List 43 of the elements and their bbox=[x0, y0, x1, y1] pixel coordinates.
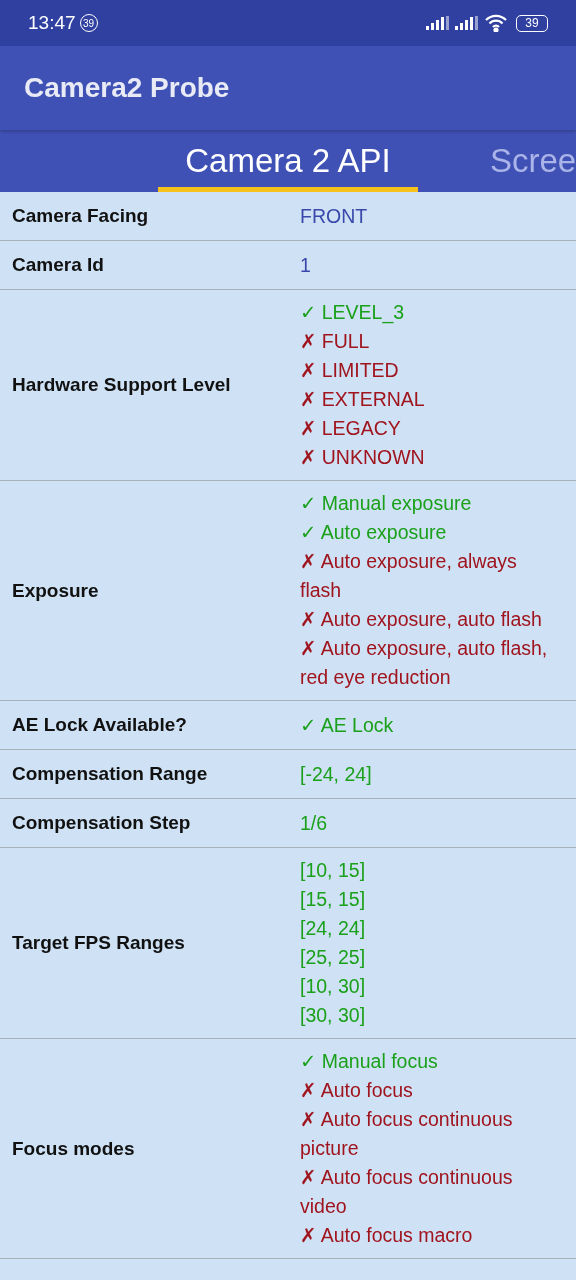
property-value: ✗ Auto exposure, always flash bbox=[300, 549, 518, 603]
property-value: [30, 30] bbox=[300, 1003, 367, 1028]
property-value: [15, 15] bbox=[300, 887, 367, 912]
property-value: ✓ Manual exposure bbox=[300, 491, 473, 516]
property-label: AE Lock Available? bbox=[12, 714, 187, 736]
property-value: ✓ AE Lock bbox=[300, 712, 395, 738]
property-value: ✗ Auto exposure, auto flash, red eye reduction bbox=[300, 636, 549, 690]
clock: 13:47 bbox=[28, 12, 76, 34]
app-title: Camera2 Probe bbox=[24, 72, 230, 104]
property-label: Focus modes bbox=[12, 1137, 135, 1160]
property-value: 1 bbox=[300, 252, 312, 278]
property-value: [10, 30] bbox=[300, 974, 367, 999]
battery-icon: 39 bbox=[516, 14, 548, 32]
property-value: [10, 15] bbox=[300, 858, 367, 883]
property-value: ✓ Auto exposure bbox=[300, 520, 448, 545]
property-value: [24, 24] bbox=[300, 916, 367, 941]
property-value: [25, 25] bbox=[300, 945, 367, 970]
property-label: Camera Id bbox=[12, 254, 104, 276]
property-value: ✗ UNKNOWN bbox=[300, 445, 426, 470]
signal-icon bbox=[426, 16, 449, 30]
property-label: Compensation Step bbox=[12, 812, 191, 834]
property-value: ✗ Auto focus bbox=[300, 1078, 414, 1103]
property-value: ✗ Auto focus macro bbox=[300, 1223, 474, 1248]
property-value: ✗ Auto focus continuous video bbox=[300, 1165, 514, 1219]
signal-icon bbox=[455, 16, 478, 30]
property-label: Exposure bbox=[12, 579, 99, 602]
property-value: ✗ EXTERNAL bbox=[300, 387, 426, 412]
property-value: ✗ Auto exposure, auto flash bbox=[300, 607, 543, 632]
property-label: Hardware Support Level bbox=[12, 374, 231, 396]
property-label: Camera Facing bbox=[12, 205, 149, 227]
property-value: ✗ FULL bbox=[300, 329, 371, 354]
tab[interactable]: Camera 2 API bbox=[158, 130, 418, 192]
property-value: ✗ LIMITED bbox=[300, 358, 400, 383]
property-value: ✓ LEVEL_3 bbox=[300, 300, 406, 326]
property-value: ✗ Auto focus continuous picture bbox=[300, 1107, 514, 1161]
property-label: Target FPS Ranges bbox=[12, 932, 185, 954]
wifi-icon bbox=[484, 14, 508, 32]
property-value: ✗ LEGACY bbox=[300, 416, 402, 441]
property-label: Compensation Range bbox=[12, 763, 208, 785]
property-value: ✓ Manual focus bbox=[300, 1049, 439, 1074]
property-value: 1/6 bbox=[300, 810, 329, 836]
property-value: FRONT bbox=[300, 203, 369, 229]
property-value: [-24, 24] bbox=[300, 761, 373, 787]
